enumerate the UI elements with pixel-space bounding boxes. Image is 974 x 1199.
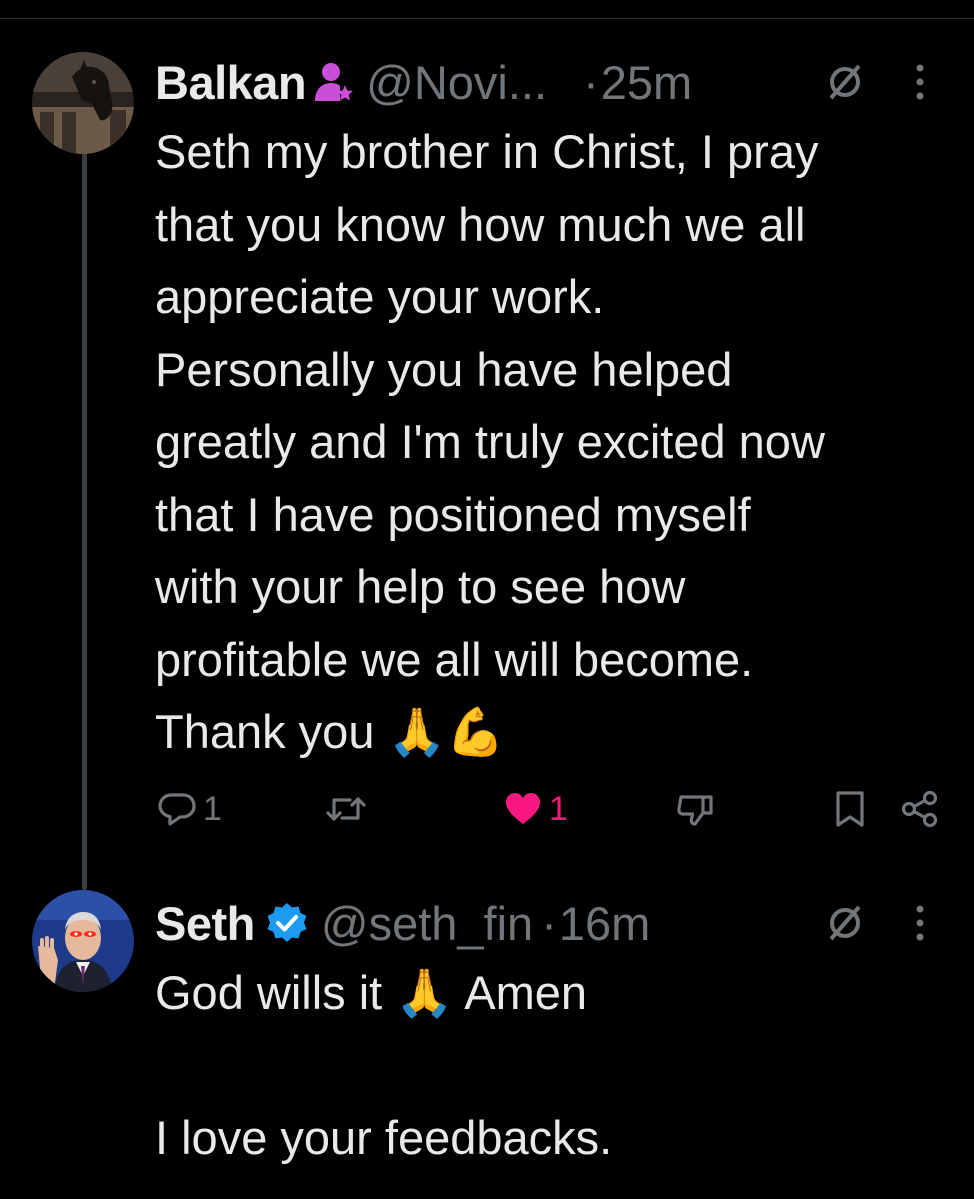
like-count: 1: [549, 789, 568, 828]
heart-icon: [503, 789, 543, 829]
tweet-text: Seth my brother in Christ, I pray that y…: [155, 125, 825, 758]
thumbs-down-icon: [675, 789, 715, 829]
timestamp[interactable]: 25m: [601, 55, 692, 110]
timestamp[interactable]: 16m: [559, 896, 650, 951]
person-star-icon: [314, 61, 354, 103]
share-button[interactable]: [900, 784, 940, 834]
man-laser-eyes-avatar-image: [32, 890, 134, 992]
separator-dot: ·: [583, 55, 599, 109]
verified-badge-icon: [265, 901, 309, 945]
more-options-icon[interactable]: [913, 901, 927, 956]
top-divider: [0, 18, 974, 19]
reply-icon: [157, 789, 197, 829]
thread-connector-line: [82, 150, 87, 890]
bookmark-icon: [833, 789, 867, 829]
tweet-header: Balkan @Novi... · 25m: [155, 52, 944, 112]
repost-icon: [325, 789, 367, 829]
grok-icon[interactable]: [825, 901, 865, 956]
repost-button[interactable]: [325, 784, 373, 834]
avatar-balkan[interactable]: [32, 52, 134, 154]
author-name[interactable]: Balkan: [155, 55, 307, 110]
horse-stable-avatar-image: [32, 52, 134, 154]
share-icon: [900, 789, 940, 829]
author-handle[interactable]: @Novi...: [366, 55, 547, 110]
dislike-button[interactable]: [675, 784, 715, 834]
grok-icon[interactable]: [825, 60, 865, 115]
reply-count: 1: [203, 789, 222, 828]
author-handle[interactable]: @seth_fin: [321, 896, 533, 951]
avatar-seth[interactable]: [32, 890, 134, 992]
tweet-actions: 1 1: [155, 784, 945, 834]
tweet-header: Seth @seth_fin · 16m: [155, 893, 944, 953]
separator-dot: ·: [541, 896, 557, 950]
bookmark-button[interactable]: [833, 784, 867, 834]
more-options-icon[interactable]: [913, 60, 927, 115]
tweet-text: God wills it 🙏 Amen I love your feedback…: [155, 966, 613, 1164]
reply-button[interactable]: 1: [157, 784, 222, 834]
like-button[interactable]: 1: [503, 784, 568, 834]
author-name[interactable]: Seth: [155, 896, 255, 951]
